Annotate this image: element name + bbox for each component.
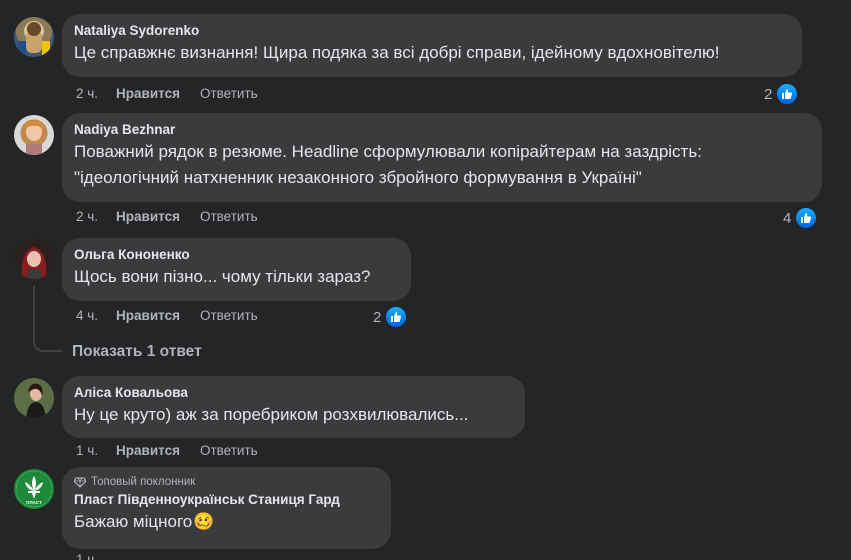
avatar[interactable] [14,17,54,57]
like-button[interactable]: Нравится [116,85,180,103]
comment-bubble: Аліса Ковальова Ну це круто) аж за пореб… [62,376,525,438]
comment-text: Ну це круто) аж за поребриком розхвилюва… [74,405,469,424]
comment-author[interactable]: Ольга Кононенко [74,246,399,264]
comment-text: Це справжнє визнання! Щира подяка за всі… [74,43,720,62]
like-reaction-icon [384,305,409,329]
reaction-count[interactable]: 4 [783,206,819,230]
avatar-photo-icon [24,121,44,155]
reply-button[interactable]: Ответить [200,208,258,226]
like-button[interactable]: Нравится [116,208,180,226]
avatar[interactable] [14,239,54,279]
comment-text-line-2: "ідеологічний натхненник незаконного збр… [74,168,642,187]
comment-time[interactable]: 2 ч. [76,208,98,226]
comment-actions: 2 ч. Нравится Ответить [76,85,258,103]
top-fan-badge-label: Топовый поклонник [91,476,196,488]
woozy-face-emoji-icon: 🥴 [193,512,215,531]
comment-text-row: Бажаю міцного 🥴 [74,509,379,535]
reply-thread-line [33,286,63,352]
show-replies-link[interactable]: Показать 1 ответ [72,343,202,361]
avatar-photo-icon [21,247,47,279]
comment-actions: 2 ч. Нравится Ответить [76,208,258,226]
comment-bubble: Nataliya Sydorenko Це справжнє визнання!… [62,14,802,77]
comment-text: Щось вони пізно... чому тільки зараз? [74,267,371,286]
comment-author[interactable]: Аліса Ковальова [74,384,513,402]
comment-text-line-1: Поважний рядок в резюме. Headline сформу… [74,142,702,161]
comment-time[interactable]: 1 ч. [76,551,98,560]
diamond-icon [74,476,86,488]
avatar[interactable] [14,378,54,418]
comment-time[interactable]: 2 ч. [76,85,98,103]
reaction-number: 4 [783,209,792,227]
like-reaction-icon [794,206,819,230]
comment-actions: 4 ч. Нравится Ответить [76,307,258,325]
avatar-photo-icon [14,378,54,418]
comment-actions-partial: 1 ч. [76,551,98,560]
comment-time[interactable]: 1 ч. [76,442,98,460]
reply-button[interactable]: Ответить [200,85,258,103]
reply-button[interactable]: Ответить [200,442,258,460]
comment-author[interactable]: Пласт Південноукраїнськ Станиця Гард [74,491,379,509]
avatar[interactable] [14,115,54,155]
reaction-number: 2 [764,85,773,103]
avatar-photo-icon [18,22,50,55]
comment-bubble: Ольга Кононенко Щось вони пізно... чому … [62,238,411,301]
reaction-count[interactable]: 2 [373,305,409,329]
like-reaction-icon [775,82,800,106]
comment-time[interactable]: 4 ч. [76,307,98,325]
like-button[interactable]: Нравится [116,307,180,325]
svg-text:ПЛАСТ: ПЛАСТ [26,500,42,505]
plast-lily-logo-icon: ПЛАСТ [16,471,52,507]
top-fan-badge: Топовый поклонник [74,474,379,490]
avatar[interactable]: ПЛАСТ [14,469,54,509]
reaction-count[interactable]: 2 [764,82,800,106]
comment-text: Бажаю міцного [74,512,193,531]
comment-author[interactable]: Nadiya Bezhnar [74,121,810,139]
reaction-number: 2 [373,308,382,326]
comment-actions: 1 ч. Нравится Ответить [76,442,258,460]
reply-button[interactable]: Ответить [200,307,258,325]
comment-bubble: Nadiya Bezhnar Поважний рядок в резюме. … [62,113,822,202]
comment-author[interactable]: Nataliya Sydorenko [74,22,790,40]
comment-bubble: Топовый поклонник Пласт Південноукраїнсь… [62,467,391,549]
like-button[interactable]: Нравится [116,442,180,460]
